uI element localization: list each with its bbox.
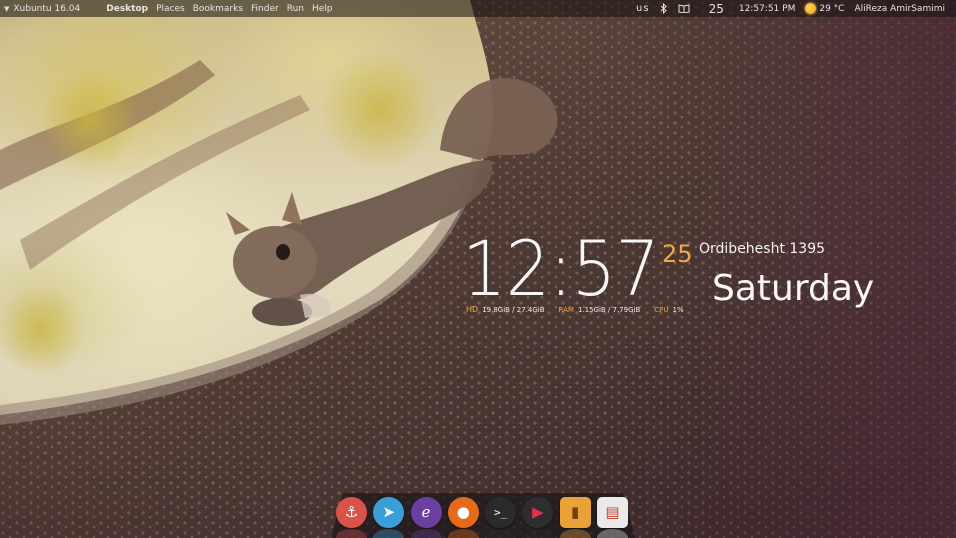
- keyboard-layout-indicator[interactable]: us: [631, 3, 655, 14]
- panel-date-day[interactable]: 25: [695, 2, 729, 16]
- os-label: Xubuntu 16.04: [13, 3, 81, 14]
- telegram-icon[interactable]: ➤: [373, 496, 405, 528]
- reflection: [522, 529, 554, 538]
- reflection: [336, 529, 367, 538]
- reflection: [447, 529, 479, 538]
- anchor-icon[interactable]: ⚓: [336, 496, 367, 528]
- bluetooth-icon[interactable]: [655, 3, 673, 14]
- ram-stat: RAM 1.15GiB / 7.79GiB: [559, 304, 641, 316]
- emacs-icon[interactable]: ℯ: [410, 496, 442, 528]
- document-viewer-icon[interactable]: ▤: [596, 496, 628, 528]
- reflection: [485, 529, 517, 538]
- ram-label: RAM: [558, 306, 574, 314]
- hd-value: 19.8GiB / 27.4GiB: [482, 306, 545, 314]
- menu-help[interactable]: Help: [308, 4, 337, 14]
- reflection: [373, 529, 405, 538]
- reflection: [596, 529, 628, 538]
- terminal-icon[interactable]: >_: [485, 496, 517, 528]
- hd-label: HD: [466, 305, 479, 314]
- menu-finder[interactable]: Finder: [247, 4, 283, 14]
- conky-weekday: Saturday: [712, 268, 875, 309]
- ram-value: 1.15GiB / 7.79GiB: [577, 306, 641, 314]
- top-panel: ▼ Xubuntu 16.04 Desktop Places Bookmarks…: [0, 0, 956, 17]
- chevron-down-icon: ▼: [4, 4, 10, 13]
- conky-system-stats: HD 19.8GiB / 27.4GiB RAM 1.15GiB / 7.79G…: [466, 304, 698, 316]
- conky-clock-time: 12:57: [462, 224, 660, 313]
- cpu-value: 1%: [672, 306, 684, 314]
- dock-reflection: [336, 529, 628, 538]
- sun-icon: [805, 3, 817, 14]
- media-player-icon[interactable]: ▶: [522, 496, 554, 528]
- user-menu[interactable]: AliReza AmirSamimi: [849, 4, 950, 14]
- menu-desktop[interactable]: Desktop: [102, 4, 152, 14]
- temperature-label: 29 °C: [819, 3, 845, 14]
- cpu-label: CPU: [654, 306, 669, 314]
- conky-day-number: 25: [662, 240, 693, 268]
- weather-indicator[interactable]: 29 °C: [800, 3, 849, 14]
- firefox-icon[interactable]: ●: [447, 496, 479, 528]
- hd-stat: HD 19.8GiB / 27.4GiB: [466, 304, 545, 316]
- panel-clock[interactable]: 12:57:51 PM: [729, 4, 800, 14]
- dock: ⚓ ➤ ℯ ● >_ ▶ ▮ ▤: [336, 495, 628, 529]
- menu-places[interactable]: Places: [152, 4, 189, 14]
- conky-month-year: Ordibehesht 1395: [699, 241, 826, 257]
- book-reader-icon[interactable]: ▮: [559, 496, 591, 528]
- book-icon[interactable]: [673, 4, 695, 13]
- os-menu-button[interactable]: ▼ Xubuntu 16.04: [0, 4, 88, 14]
- global-menu-bar: Desktop Places Bookmarks Finder Run Help: [102, 4, 336, 14]
- cpu-stat: CPU 1%: [654, 304, 683, 316]
- reflection: [410, 529, 442, 538]
- menu-run[interactable]: Run: [283, 4, 308, 14]
- menu-bookmarks[interactable]: Bookmarks: [189, 4, 247, 14]
- reflection: [559, 529, 591, 538]
